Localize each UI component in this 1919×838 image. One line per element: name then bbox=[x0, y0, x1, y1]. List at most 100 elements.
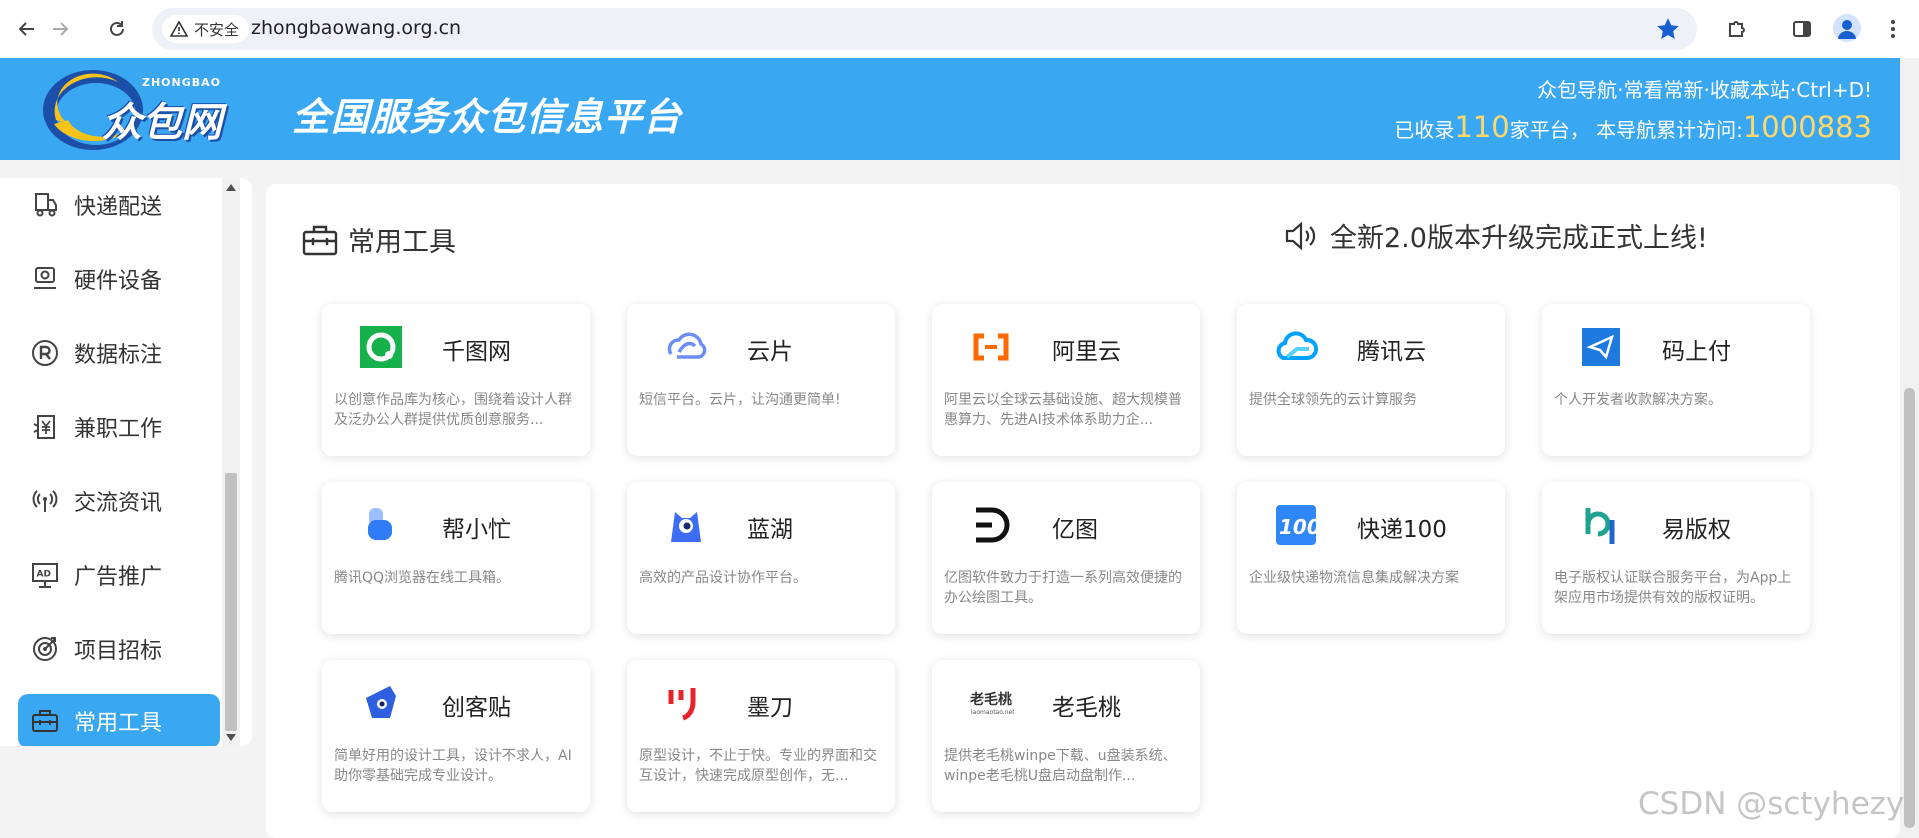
speaker-icon bbox=[1285, 221, 1316, 250]
bookmark-star-icon[interactable] bbox=[1655, 16, 1681, 42]
kuaidi100-icon: 100 bbox=[1273, 502, 1319, 548]
tool-card[interactable]: 亿图 亿图软件致力于打造一系列高效便捷的办公绘图工具。 bbox=[932, 482, 1200, 634]
sidebar-item-label: 兼职工作 bbox=[74, 417, 163, 442]
sidebar-item-parttime[interactable]: 兼职工作 bbox=[18, 400, 220, 454]
tool-card-name: 码上付 bbox=[1662, 339, 1731, 365]
platform-count: 110 bbox=[1454, 110, 1510, 144]
sidebar-item-news[interactable]: 交流资讯 bbox=[18, 474, 220, 528]
stats-line: 已收录110家平台， 本导航累计访问:1000883 bbox=[1394, 110, 1872, 144]
tencent-cloud-icon bbox=[1273, 324, 1319, 370]
ad-icon: AD bbox=[28, 558, 62, 592]
logo-text: 众包网 bbox=[102, 100, 222, 146]
kebab-menu-icon bbox=[1891, 20, 1895, 38]
tools-panel: 常用工具 全新2.0版本升级完成正式上线! 千图网 以创意作品库为核心，围绕着设计… bbox=[266, 184, 1900, 838]
tool-card-name: 亿图 bbox=[1052, 517, 1098, 543]
sidebar-item-label: 常用工具 bbox=[74, 711, 163, 736]
forward-button[interactable] bbox=[45, 14, 75, 44]
warning-icon bbox=[170, 21, 188, 37]
tool-card[interactable]: 码上付个人开发者收款解决方案。 bbox=[1542, 304, 1810, 456]
tool-card-name: 腾讯云 bbox=[1357, 339, 1426, 365]
back-button[interactable] bbox=[12, 14, 42, 44]
hardware-icon bbox=[28, 262, 62, 296]
parttime-icon bbox=[28, 410, 62, 444]
tool-card[interactable]: 腾讯云提供全球领先的云计算服务 bbox=[1237, 304, 1505, 456]
registered-icon bbox=[28, 336, 62, 370]
sidebar-item-label: 快递配送 bbox=[74, 195, 163, 220]
page-scrollbar-thumb[interactable] bbox=[1904, 388, 1915, 828]
toolbox-icon bbox=[28, 704, 62, 738]
svg-text:100: 100 bbox=[1279, 515, 1319, 539]
site-logo[interactable]: ZHONGBAO 众包网 bbox=[38, 64, 238, 154]
tool-card-name: 墨刀 bbox=[747, 695, 793, 721]
tool-card[interactable]: 易版权 电子版权认证联合服务平台，为App上架应用市场提供有效的版权证明。 bbox=[1542, 482, 1810, 634]
tool-card[interactable]: 老毛桃 laomaotao.net 老毛桃提供老毛桃winpe下载、u盘装系统、wi… bbox=[932, 660, 1200, 812]
sidebar-item-delivery[interactable]: 快递配送 bbox=[18, 178, 220, 232]
tool-card[interactable]: 蓝湖 高效的产品设计协作平台。 bbox=[627, 482, 895, 634]
tool-card-desc: 简单好用的设计工具，设计不求人，AI助你零基础完成专业设计。 bbox=[334, 748, 572, 784]
section-title: 常用工具 bbox=[302, 220, 456, 259]
broadcast-icon bbox=[28, 484, 62, 518]
chuangketie-icon bbox=[358, 680, 404, 726]
category-sidebar: 快递配送 硬件设备 数据标注 兼职工作 交流资讯 AD 广告推广 项目招标 常用… bbox=[0, 178, 252, 746]
tool-card[interactable]: 100 快递100 企业级快递物流信息集成解决方案 bbox=[1237, 482, 1505, 634]
delivery-icon bbox=[28, 188, 62, 222]
announcement[interactable]: 全新2.0版本升级完成正式上线! bbox=[1284, 216, 1708, 255]
laomaotao-icon: 老毛桃 laomaotao.net bbox=[968, 680, 1014, 726]
back-arrow-icon bbox=[18, 22, 34, 36]
tool-card-desc: 高效的产品设计协作平台。 bbox=[639, 570, 807, 586]
tool-card[interactable]: 帮小忙腾讯QQ浏览器在线工具箱。 bbox=[322, 482, 590, 634]
site-slogan: 全国服务众包信息平台 bbox=[292, 95, 683, 139]
announcement-text: 全新2.0版本升级完成正式上线! bbox=[1330, 223, 1708, 254]
sidebar-item-data-labeling[interactable]: 数据标注 bbox=[18, 326, 220, 380]
sidebar-scrollbar-thumb[interactable] bbox=[225, 473, 237, 731]
bangxiaomang-icon bbox=[358, 502, 404, 548]
side-panel-button[interactable] bbox=[1787, 14, 1817, 44]
sidebar-item-ads[interactable]: AD 广告推广 bbox=[18, 548, 220, 602]
url-text[interactable]: zhongbaowang.org.cn bbox=[251, 17, 461, 39]
scroll-up-arrow-icon[interactable] bbox=[226, 184, 236, 191]
reload-button[interactable] bbox=[102, 14, 132, 44]
sidebar-scrollbar[interactable] bbox=[222, 178, 240, 746]
forward-arrow-icon bbox=[53, 22, 69, 36]
browser-toolbar: 不安全 zhongbaowang.org.cn bbox=[0, 0, 1919, 58]
address-bar[interactable]: 不安全 zhongbaowang.org.cn bbox=[152, 8, 1697, 50]
tool-card-desc: 提供老毛桃winpe下载、u盘装系统、winpe老毛桃U盘启动盘制作... bbox=[944, 748, 1177, 784]
csdn-watermark: CSDN @sctyhezy bbox=[1638, 786, 1905, 822]
lanhu-icon bbox=[663, 502, 709, 548]
security-chip[interactable]: 不安全 bbox=[162, 15, 250, 43]
tool-card-name: 创客贴 bbox=[442, 695, 511, 721]
tool-card-desc: 腾讯QQ浏览器在线工具箱。 bbox=[334, 570, 511, 586]
sidebar-item-tools[interactable]: 常用工具 bbox=[18, 694, 220, 746]
tool-card-name: 易版权 bbox=[1662, 517, 1731, 543]
sidebar-item-label: 广告推广 bbox=[74, 565, 163, 590]
tool-card-desc: 提供全球领先的云计算服务 bbox=[1249, 392, 1417, 408]
page-scrollbar[interactable] bbox=[1900, 58, 1919, 838]
scroll-down-arrow-icon[interactable] bbox=[226, 734, 236, 741]
tool-card[interactable]: 创客贴简单好用的设计工具，设计不求人，AI助你零基础完成专业设计。 bbox=[322, 660, 590, 812]
tool-card[interactable]: 千图网 以创意作品库为核心，围绕着设计人群及泛办公人群提供优质创意服务... bbox=[322, 304, 590, 456]
tool-card-name: 帮小忙 bbox=[442, 517, 511, 543]
stats-mid: 家平台， 本导航累计访问: bbox=[1509, 118, 1743, 142]
svg-text:老毛桃: 老毛桃 bbox=[970, 691, 1012, 708]
puzzle-icon bbox=[1729, 21, 1745, 37]
profile-avatar[interactable] bbox=[1833, 14, 1861, 42]
tool-card-desc: 阿里云以全球云基础设施、超大规模普惠算力、先进AI技术体系助力企... bbox=[944, 392, 1182, 428]
tool-card[interactable]: 阿里云阿里云以全球云基础设施、超大规模普惠算力、先进AI技术体系助力企... bbox=[932, 304, 1200, 456]
modao-icon bbox=[663, 680, 709, 726]
tool-card[interactable]: 云片 短信平台。云片，让沟通更简单! bbox=[627, 304, 895, 456]
browser-menu-button[interactable] bbox=[1878, 14, 1908, 44]
extensions-button[interactable] bbox=[1722, 14, 1752, 44]
sidebar-item-label: 项目招标 bbox=[74, 639, 163, 664]
reload-icon bbox=[110, 21, 124, 36]
tool-card-name: 阿里云 bbox=[1052, 339, 1121, 365]
sidebar-item-bidding[interactable]: 项目招标 bbox=[18, 622, 220, 676]
bookmark-hint: 众包导航·常看常新·收藏本站·Ctrl+D! bbox=[1537, 78, 1872, 102]
tool-card-desc: 原型设计，不止于快。专业的界面和交互设计，快速完成原型创作，无... bbox=[639, 748, 877, 784]
logo-sub-text: ZHONGBAO bbox=[142, 76, 222, 89]
yibanquan-icon bbox=[1578, 502, 1624, 548]
tool-card-desc: 个人开发者收款解决方案。 bbox=[1554, 392, 1722, 408]
sidebar-item-hardware[interactable]: 硬件设备 bbox=[18, 252, 220, 306]
yitu-icon bbox=[968, 502, 1014, 548]
aliyun-icon bbox=[968, 324, 1014, 370]
tool-card[interactable]: 墨刀原型设计，不止于快。专业的界面和交互设计，快速完成原型创作，无... bbox=[627, 660, 895, 812]
